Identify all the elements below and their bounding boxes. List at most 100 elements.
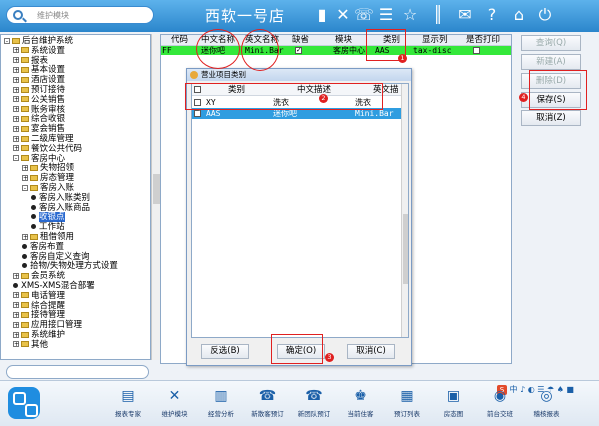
tree-item[interactable]: + 房态管理 bbox=[22, 173, 74, 183]
tree-item[interactable]: + 失物招领 bbox=[22, 163, 74, 173]
tree-item[interactable]: + 餐饮公共代码 bbox=[13, 144, 82, 154]
tree-toggle-icon[interactable]: + bbox=[13, 115, 19, 122]
phone-icon[interactable]: ☏ bbox=[354, 5, 374, 25]
tree-item-label: 公关销售 bbox=[31, 94, 66, 105]
module-search-input[interactable]: 维护模块 bbox=[6, 6, 154, 24]
cell-display-col[interactable]: tax-disc bbox=[413, 46, 452, 55]
home-icon[interactable]: ⌂ bbox=[509, 5, 529, 25]
tree-item[interactable]: - 后台维护系统 bbox=[4, 36, 73, 46]
toolbar-item[interactable]: ☎ 新散客预订 bbox=[248, 387, 288, 425]
tree-item[interactable]: 客房布置 bbox=[22, 242, 64, 252]
col-header-module[interactable]: 模块 bbox=[335, 35, 352, 46]
toolbar-item[interactable]: ♚ 当前住客 bbox=[341, 387, 381, 425]
tools-icon[interactable]: ✕ bbox=[333, 5, 353, 25]
tree-toggle-icon[interactable]: + bbox=[13, 86, 19, 93]
row-checkbox[interactable] bbox=[194, 109, 201, 117]
tree-item[interactable]: XMS-XMS混合部署 bbox=[13, 281, 95, 291]
tree-toggle-icon[interactable]: + bbox=[13, 66, 19, 73]
cancel-button[interactable]: 取消(Z) bbox=[521, 110, 581, 126]
tree-toggle-icon[interactable]: + bbox=[22, 164, 28, 171]
tree-item[interactable]: + 预订接待 bbox=[13, 85, 65, 95]
tree-item[interactable]: + 系统维护 bbox=[13, 330, 65, 340]
tree-item[interactable]: + 应用接口管理 bbox=[13, 320, 82, 330]
menu-icon[interactable]: ☰ bbox=[376, 5, 396, 25]
mail-icon[interactable]: ✉ bbox=[455, 5, 475, 25]
col-header-code[interactable]: 代码 bbox=[171, 35, 188, 46]
tree-toggle-icon[interactable]: + bbox=[13, 302, 19, 309]
tree-toggle-icon[interactable]: + bbox=[13, 321, 19, 328]
tree-toggle-icon[interactable]: + bbox=[13, 311, 19, 318]
tree-toggle-icon[interactable]: + bbox=[13, 106, 19, 113]
tree-toggle-icon[interactable]: + bbox=[13, 76, 19, 83]
default-checkbox[interactable] bbox=[295, 46, 302, 54]
tree-item[interactable]: 拾物/失物处理方式设置 bbox=[22, 261, 118, 271]
toolbar-item[interactable]: ◎ 稽核报表 bbox=[527, 387, 567, 425]
tree-item[interactable]: + 接待管理 bbox=[13, 310, 65, 320]
toolbar-item[interactable]: ▤ 报表专家 bbox=[108, 387, 148, 425]
tree-toggle-icon[interactable]: + bbox=[13, 47, 19, 54]
toolbar-item[interactable]: ▥ 经营分析 bbox=[201, 387, 241, 425]
tree-item[interactable]: + 其他 bbox=[13, 340, 48, 350]
toolbar-item[interactable]: ▣ 房态图 bbox=[434, 387, 474, 425]
power-icon[interactable]: ⏻ bbox=[535, 5, 555, 25]
dialog-title-bar[interactable]: 营业项目类别 bbox=[187, 69, 411, 81]
tree-toggle-icon[interactable]: - bbox=[22, 184, 28, 191]
app-logo-icon[interactable] bbox=[8, 387, 40, 419]
signal-icon[interactable]: ▮ bbox=[312, 5, 332, 25]
tree-toggle-icon[interactable]: - bbox=[4, 37, 10, 44]
tree-toggle-icon[interactable]: + bbox=[13, 135, 19, 142]
columns-icon[interactable]: ║ bbox=[428, 5, 448, 25]
tree-item[interactable]: + 租借领用 bbox=[22, 232, 74, 242]
tree-scroll-thumb[interactable] bbox=[153, 174, 160, 204]
tree-item[interactable]: + 公关销售 bbox=[13, 95, 65, 105]
business-item-category-dialog: 营业项目类别 类别 中文描述 英文描 XY 洗衣 洗衣 AAS 迷你吧 Mini… bbox=[186, 68, 412, 366]
tree-item[interactable]: + 综合收银 bbox=[13, 114, 65, 124]
tree-item-label: 客房入账 bbox=[40, 183, 75, 193]
tree-item[interactable]: 工作站 bbox=[31, 222, 65, 232]
tree-item[interactable]: + 宴会销售 bbox=[13, 124, 65, 134]
print-checkbox[interactable] bbox=[473, 47, 480, 54]
dialog-scrollbar[interactable] bbox=[401, 84, 408, 337]
col-header-display-col[interactable]: 显示列 bbox=[422, 35, 448, 46]
help-icon[interactable]: ? bbox=[482, 5, 502, 25]
tree-toggle-icon[interactable]: + bbox=[13, 272, 19, 279]
tree-search-input[interactable] bbox=[6, 365, 149, 379]
tree-toggle-icon[interactable]: + bbox=[13, 125, 19, 132]
tree-toggle-icon[interactable]: + bbox=[13, 292, 19, 299]
tree-item[interactable]: + 会员系统 bbox=[13, 271, 65, 281]
new-button[interactable]: 新建(A) bbox=[521, 54, 581, 70]
folder-icon bbox=[21, 331, 29, 338]
col-header-default[interactable]: 缺省 bbox=[292, 35, 309, 46]
tree-toggle-icon[interactable]: + bbox=[13, 57, 19, 64]
tree-toggle-icon[interactable]: + bbox=[13, 331, 19, 338]
tree-item[interactable]: + 系统设置 bbox=[13, 46, 65, 56]
dialog-cancel-button[interactable]: 取消(C) bbox=[347, 344, 395, 359]
dialog-scroll-thumb[interactable] bbox=[403, 214, 408, 284]
bottom-toolbar: S 中 ♪ ◐ ☰ ☂ ♠ ■ ▤ 报表专家 ✕ 维护模块 ▥ 经营分析 ☎ 新散客预订 ☎ 新团… bbox=[0, 380, 599, 426]
cell-module[interactable]: 客房中心 bbox=[333, 46, 365, 55]
toolbar-item[interactable]: ◉ 前台交班 bbox=[480, 387, 520, 425]
tree-item[interactable]: + 二级库管理 bbox=[13, 134, 74, 144]
tree-toggle-icon[interactable]: + bbox=[22, 174, 28, 181]
toolbar-item[interactable]: ▦ 预订列表 bbox=[387, 387, 427, 425]
tree-item[interactable]: 收银点 bbox=[31, 212, 65, 223]
query-button[interactable]: 查询(Q) bbox=[521, 35, 581, 51]
toolbar-item[interactable]: ☎ 新团队预订 bbox=[294, 387, 334, 425]
toolbar-item[interactable]: ✕ 维护模块 bbox=[155, 387, 195, 425]
module-tree: - 后台维护系统 + 系统设置 + 报表 + 基本设置 + 酒店设置 + 预订接待 + 公关销售 + 账务审核… bbox=[0, 34, 151, 360]
star-icon[interactable]: ☆ bbox=[400, 5, 420, 25]
tree-item[interactable]: - 客房入账 bbox=[22, 183, 74, 193]
tree-toggle-icon[interactable]: + bbox=[13, 145, 19, 152]
analysis-icon: ▥ bbox=[214, 388, 228, 404]
invert-selection-button[interactable]: 反选(B) bbox=[201, 344, 249, 359]
tree-toggle-icon[interactable]: - bbox=[13, 155, 19, 162]
tree-toggle-icon[interactable]: + bbox=[13, 96, 19, 103]
tree-item[interactable]: + 酒店设置 bbox=[13, 75, 65, 85]
tree-item[interactable]: + 基本设置 bbox=[13, 65, 65, 75]
col-header-print[interactable]: 是否打印 bbox=[466, 35, 500, 46]
tree-item[interactable]: + 电话管理 bbox=[13, 291, 65, 301]
tree-toggle-icon[interactable]: + bbox=[13, 341, 19, 348]
search-icon[interactable] bbox=[13, 10, 23, 20]
tree-item[interactable]: 客房入账类别 bbox=[31, 193, 90, 203]
tree-toggle-icon[interactable]: + bbox=[22, 233, 28, 240]
